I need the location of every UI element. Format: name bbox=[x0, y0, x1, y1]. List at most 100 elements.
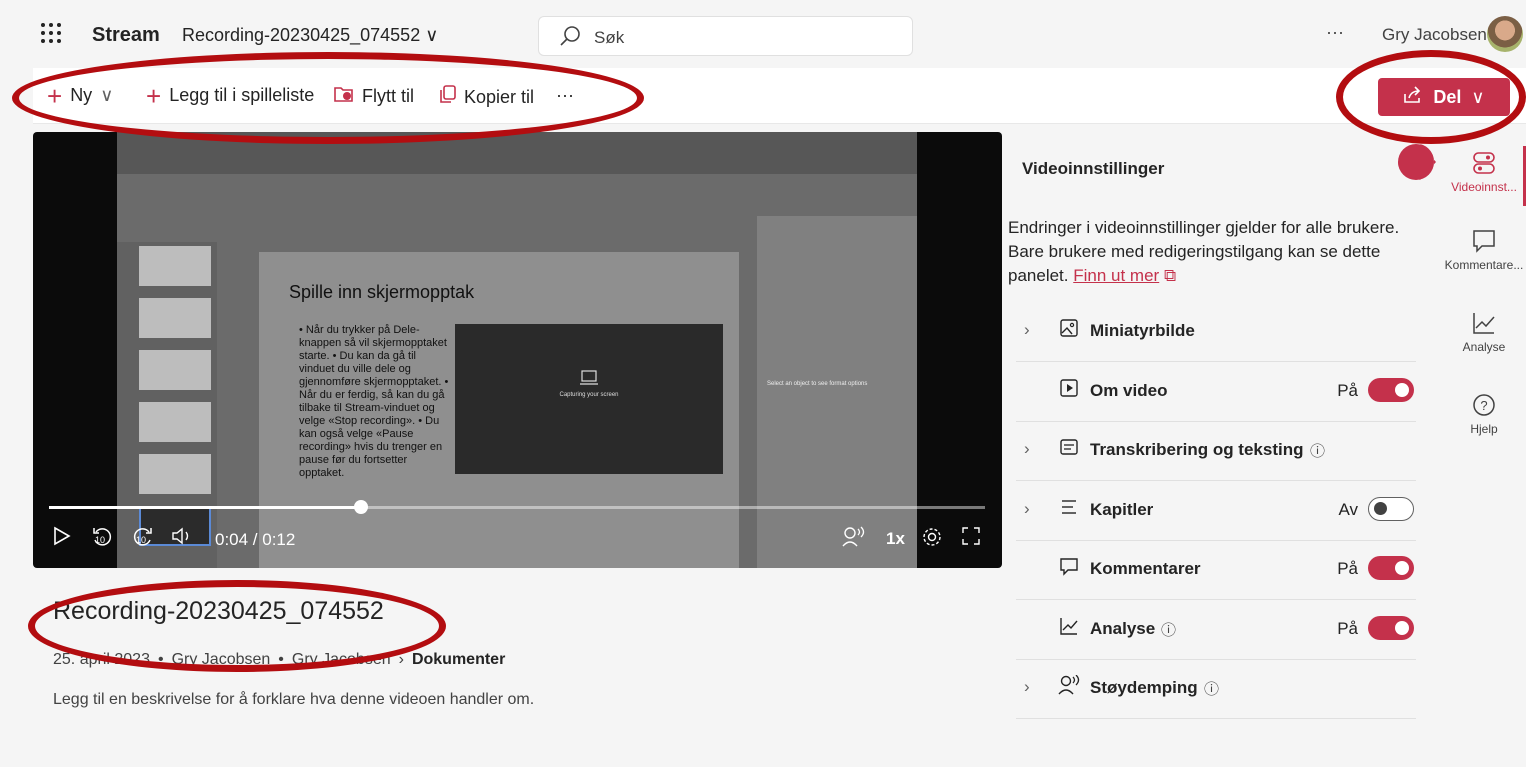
settings-row-state: På bbox=[1337, 380, 1358, 400]
copy-icon bbox=[438, 85, 456, 110]
video-thumb bbox=[139, 298, 211, 338]
meta-bullet: • bbox=[157, 651, 164, 668]
player-controls: 10 10 0:04 / 0:12 1x bbox=[33, 526, 1002, 556]
panel-description-text: Endringer i videoinnstillinger gjelder f… bbox=[1008, 218, 1400, 285]
chevron-right-icon: › bbox=[398, 651, 404, 668]
avatar[interactable] bbox=[1487, 16, 1523, 52]
settings-row: Kommentarer På bbox=[1016, 540, 1416, 600]
play-icon[interactable] bbox=[53, 526, 71, 551]
breadcrumb-folder[interactable]: Dokumenter bbox=[412, 651, 505, 669]
progress-bar[interactable] bbox=[49, 500, 985, 514]
progress-knob[interactable] bbox=[353, 500, 368, 514]
rail-video-settings[interactable]: Videoinnst... bbox=[1444, 150, 1524, 194]
rail-analytics[interactable]: Analyse bbox=[1444, 310, 1524, 354]
add-playlist-label: Legg til i spilleliste bbox=[169, 85, 315, 105]
description-placeholder[interactable]: Legg til en beskrivelse for å forklare h… bbox=[53, 691, 534, 709]
skip-back-seconds: 10 bbox=[95, 535, 106, 545]
chevron-down-icon: ∨ bbox=[1471, 86, 1485, 107]
settings-toggle[interactable] bbox=[1368, 556, 1414, 580]
video-slide: Spille inn skjermopptak • Når du trykker… bbox=[259, 252, 739, 568]
settings-row[interactable]: › Miniatyrbilde bbox=[1016, 302, 1416, 362]
settings-row: Om video På bbox=[1016, 362, 1416, 422]
transcript-icon bbox=[1058, 437, 1080, 459]
search-input[interactable]: Søk bbox=[594, 28, 624, 48]
upload-date: 25. april 2023 bbox=[53, 651, 150, 668]
command-bar: + Ny ∨ + Legg til i spilleliste Flytt ti… bbox=[33, 68, 1526, 124]
plus-icon: + bbox=[146, 80, 162, 111]
owner-name[interactable]: Gry Jacobsen bbox=[172, 651, 271, 669]
comment-icon bbox=[1473, 230, 1495, 253]
chevron-right-icon[interactable]: › bbox=[1024, 320, 1030, 340]
new-button[interactable]: + Ny ∨ bbox=[47, 83, 113, 109]
more-options-button[interactable]: ··· bbox=[1326, 22, 1344, 43]
time-display: 0:04 / 0:12 bbox=[215, 530, 296, 549]
file-title-dropdown[interactable]: Recording-20230425_074552 ∨ bbox=[182, 25, 438, 46]
chapters-icon bbox=[1058, 497, 1080, 519]
info-icon[interactable]: ⓘ bbox=[1161, 619, 1176, 640]
chevron-right-icon[interactable]: › bbox=[1024, 677, 1030, 697]
playback-speed-button[interactable]: 1x bbox=[886, 529, 905, 549]
comment-icon bbox=[1058, 556, 1080, 578]
video-capture-text: Capturing your screen bbox=[559, 392, 619, 398]
video-slide-bullets: • Når du trykker på Dele-knappen så vil … bbox=[299, 324, 449, 479]
more-commands-button[interactable]: ··· bbox=[556, 85, 574, 106]
settings-row-label: Kommentarer bbox=[1090, 559, 1201, 578]
rail-analytics-label: Analyse bbox=[1462, 340, 1506, 354]
info-icon[interactable]: ⓘ bbox=[1204, 678, 1219, 699]
video-frame: Spille inn skjermopptak • Når du trykker… bbox=[117, 132, 917, 568]
video-thumb bbox=[139, 454, 211, 494]
search-box[interactable]: Søk bbox=[538, 16, 913, 56]
noise-icon bbox=[1058, 674, 1080, 697]
video-player[interactable]: Spille inn skjermopptak • Når du trykker… bbox=[33, 132, 1002, 568]
chevron-right-icon[interactable]: › bbox=[1024, 439, 1030, 459]
app-name[interactable]: Stream bbox=[92, 24, 160, 47]
volume-icon[interactable] bbox=[171, 526, 193, 551]
chevron-right-icon[interactable]: › bbox=[1024, 499, 1030, 519]
share-label: Del bbox=[1433, 86, 1462, 107]
top-bar: Stream Recording-20230425_074552 ∨ Søk ·… bbox=[0, 0, 1526, 68]
settings-toggle[interactable] bbox=[1368, 615, 1414, 640]
folder-move-icon bbox=[334, 85, 354, 108]
settings-row[interactable]: › Transkribering og teksting ⓘ bbox=[1016, 421, 1416, 481]
video-metadata: 25. april 2023 • Gry Jacobsen • Gry Jaco… bbox=[53, 651, 505, 669]
external-link-icon: ⧉ bbox=[1163, 266, 1177, 285]
copy-to-button[interactable]: Kopier til bbox=[438, 85, 534, 110]
breadcrumb-user[interactable]: Gry Jacobsen bbox=[292, 651, 391, 669]
user-name[interactable]: Gry Jacobsen bbox=[1382, 25, 1487, 45]
help-icon: ? bbox=[1473, 394, 1495, 416]
search-icon bbox=[559, 25, 581, 52]
settings-toggle[interactable] bbox=[1368, 377, 1414, 402]
video-format-pane: Select an object to see format options bbox=[757, 216, 917, 568]
share-button[interactable]: Del ∨ bbox=[1378, 78, 1510, 116]
rail-help[interactable]: ? Hjelp bbox=[1444, 392, 1524, 436]
share-icon bbox=[1403, 85, 1423, 109]
video-capture-window: Capturing your screen bbox=[455, 324, 723, 474]
settings-row: Analyse På ⓘ bbox=[1016, 600, 1416, 660]
image-icon bbox=[1058, 318, 1080, 340]
settings-row[interactable]: › Kapitler Av bbox=[1016, 481, 1416, 541]
info-icon[interactable]: ⓘ bbox=[1310, 440, 1325, 461]
video-thumb bbox=[139, 350, 211, 390]
settings-gear-icon[interactable] bbox=[921, 526, 943, 553]
progress-fill bbox=[49, 506, 361, 509]
settings-row-label: Kapitler bbox=[1090, 499, 1154, 519]
learn-more-link[interactable]: Finn ut mer bbox=[1073, 266, 1159, 285]
play-box-icon bbox=[1058, 378, 1080, 400]
video-thumb bbox=[139, 246, 211, 286]
settings-row-label: Transkribering og teksting bbox=[1090, 440, 1304, 459]
settings-row-label: Analyse bbox=[1090, 618, 1156, 638]
app-launcher-icon[interactable] bbox=[40, 22, 62, 50]
fullscreen-icon[interactable] bbox=[961, 526, 981, 551]
settings-toggle[interactable] bbox=[1368, 496, 1414, 521]
chevron-down-icon: ∨ bbox=[425, 25, 439, 45]
analytics-icon bbox=[1473, 313, 1495, 334]
settings-row[interactable]: › Støydemping ⓘ bbox=[1016, 659, 1416, 719]
move-to-button[interactable]: Flytt til bbox=[334, 85, 414, 108]
add-to-playlist-button[interactable]: + Legg til i spilleliste bbox=[146, 80, 315, 111]
rail-comments[interactable]: Kommentare... bbox=[1444, 228, 1524, 272]
noise-suppression-icon[interactable] bbox=[841, 526, 865, 553]
settings-toggle-icon bbox=[1473, 152, 1495, 174]
file-title-text: Recording-20230425_074552 bbox=[182, 25, 421, 45]
settings-row-label: Støydemping bbox=[1090, 678, 1198, 697]
video-title[interactable]: Recording-20230425_074552 bbox=[53, 597, 384, 626]
